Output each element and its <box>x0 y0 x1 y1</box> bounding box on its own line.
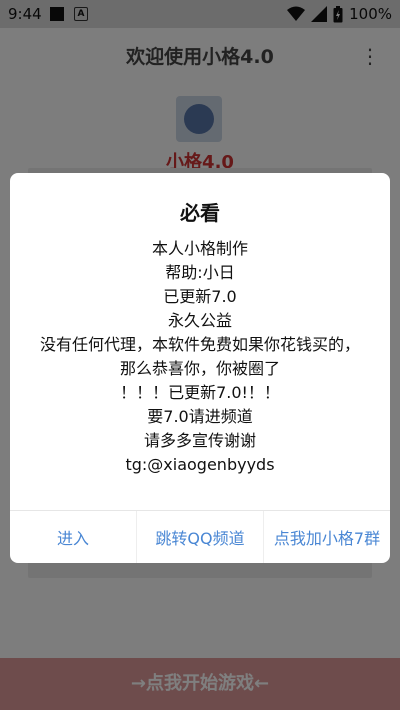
dialog-actions: 进入 跳转QQ频道 点我加小格7群 <box>10 511 390 563</box>
dialog-line: ！！！已更新7.0!！！ <box>120 383 280 402</box>
dialog-line: 帮助:小日 <box>165 263 235 282</box>
dialog-title: 必看 <box>180 201 220 225</box>
dialog-message: 本人小格制作 帮助:小日 已更新7.0 永久公益 没有任何代理，本软件免费如果你… <box>40 237 360 477</box>
dialog-line: 没有任何代理，本软件免费如果你花钱买的，那么恭喜你，你被圈了 <box>40 335 361 378</box>
notice-dialog: 必看 本人小格制作 帮助:小日 已更新7.0 永久公益 没有任何代理，本软件免费… <box>10 173 390 563</box>
enter-button[interactable]: 进入 <box>10 511 136 563</box>
qq-channel-button[interactable]: 跳转QQ频道 <box>136 511 263 563</box>
dialog-line: tg:@xiaogenbyyds <box>125 455 275 474</box>
dialog-line: 永久公益 <box>167 311 232 330</box>
dialog-line: 请多多宣传谢谢 <box>143 431 256 450</box>
dialog-line: 要7.0请进频道 <box>147 407 253 426</box>
add-group-button[interactable]: 点我加小格7群 <box>263 511 390 563</box>
dialog-line: 本人小格制作 <box>151 239 248 258</box>
dialog-line: 已更新7.0 <box>163 287 237 306</box>
